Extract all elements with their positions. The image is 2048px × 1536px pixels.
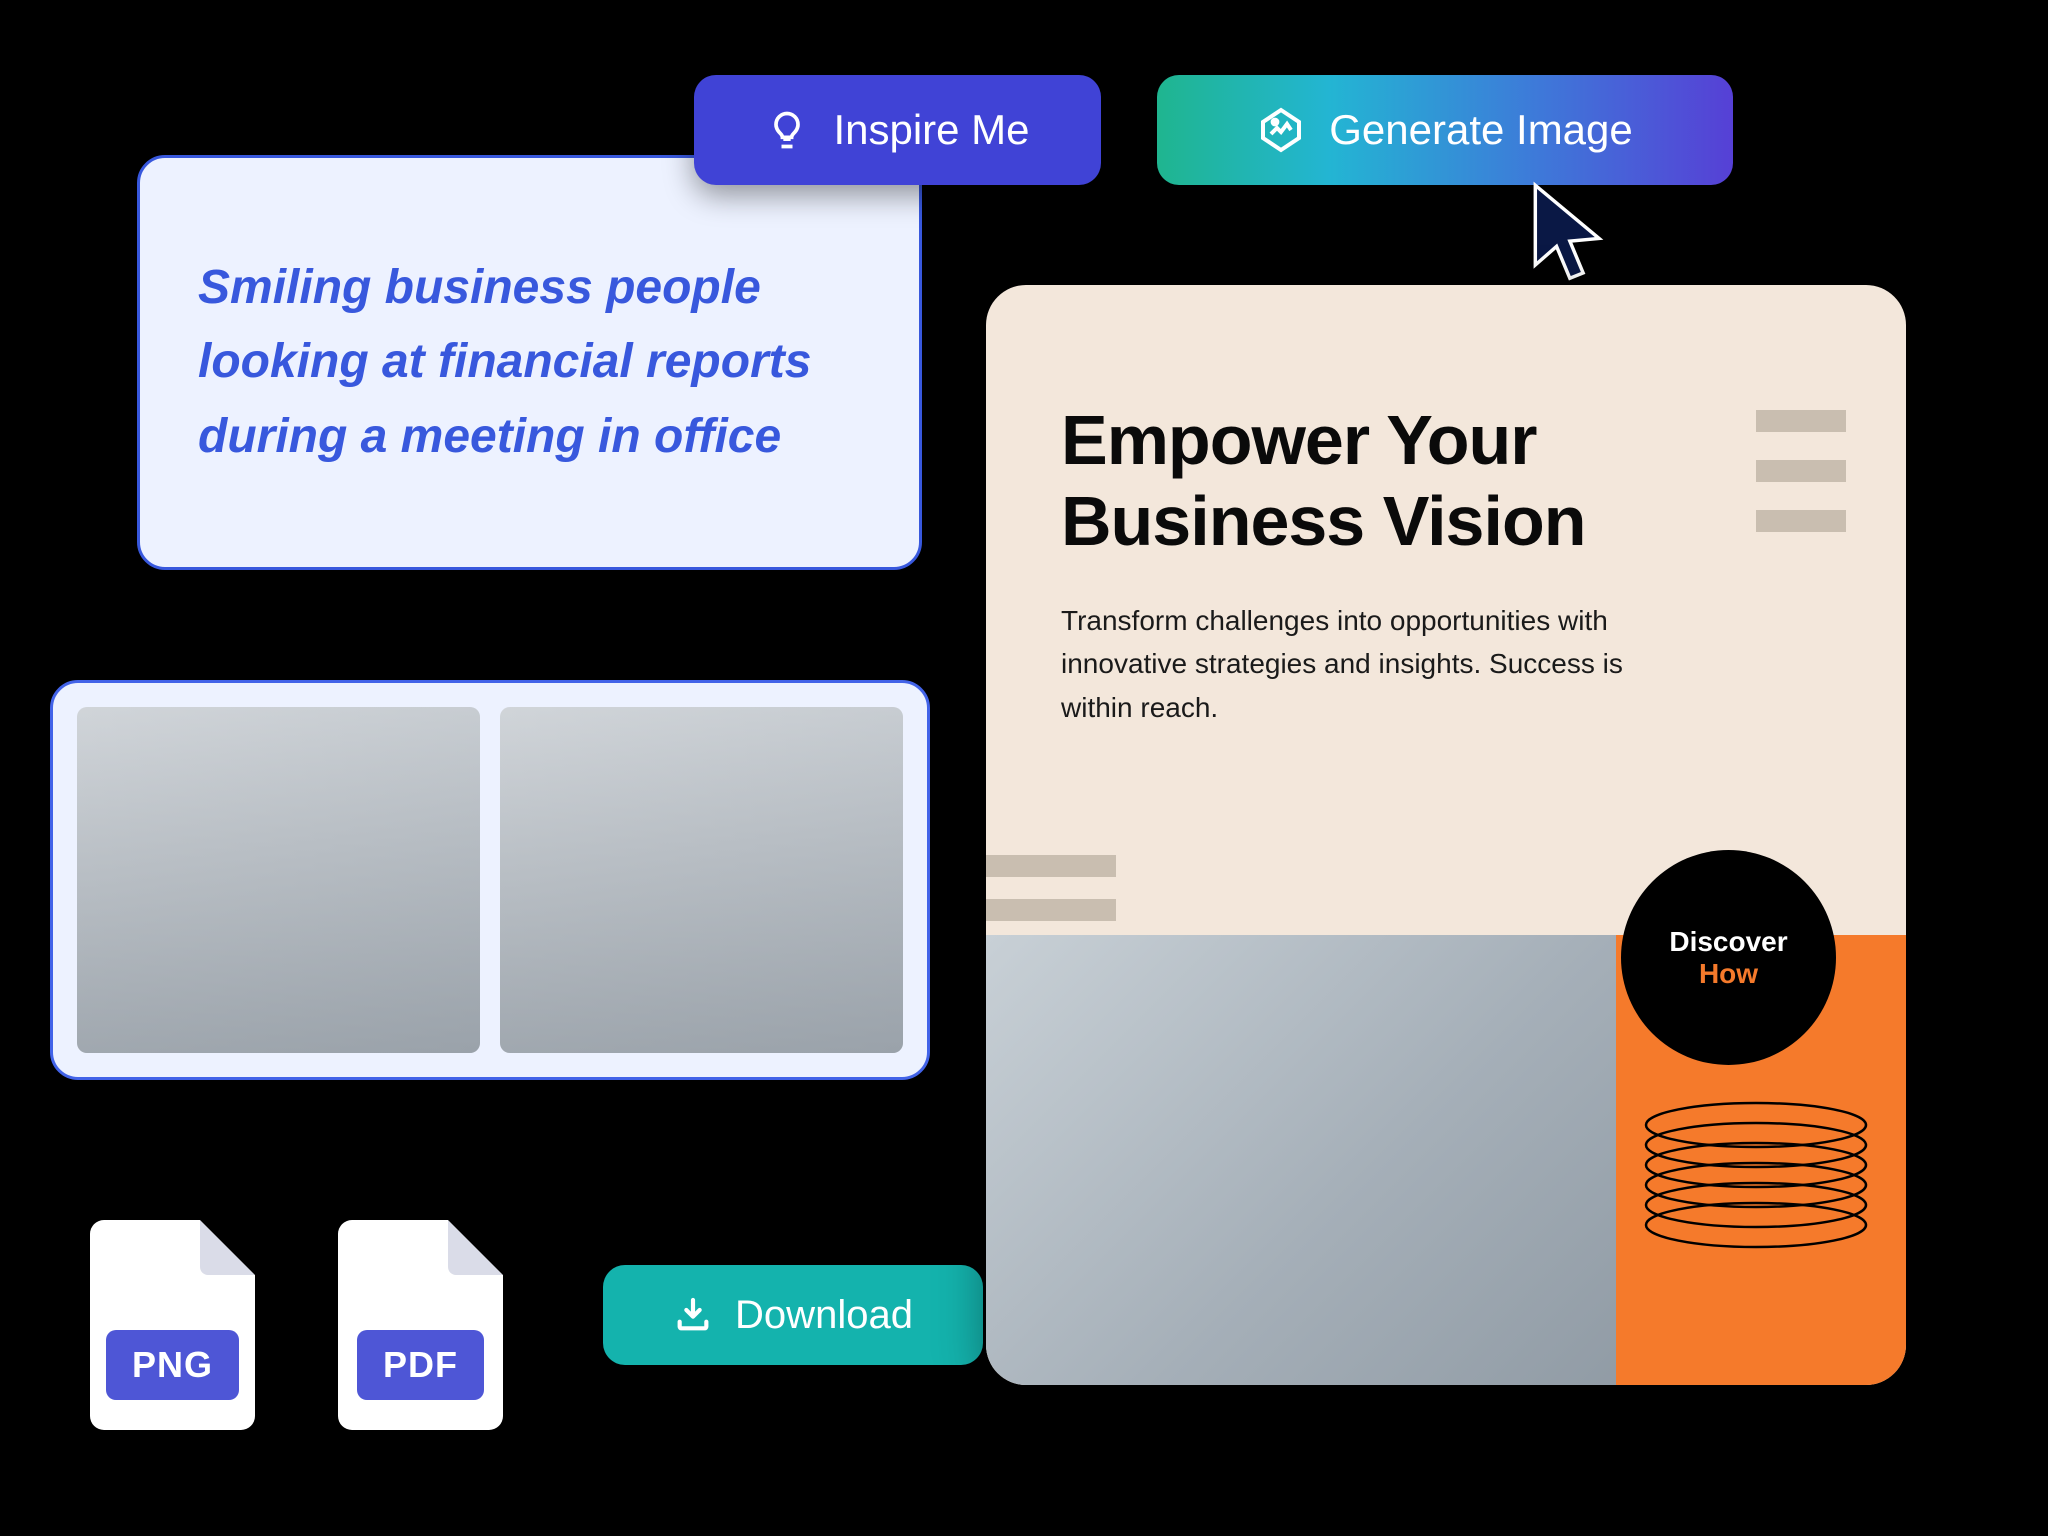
design-preview-card[interactable]: Empower Your Business Vision Transform c… (986, 285, 1906, 1385)
pdf-badge: PDF (357, 1330, 484, 1400)
cta-line1: Discover (1669, 926, 1787, 958)
generated-images-gallery (50, 680, 930, 1080)
png-file-icon[interactable]: PNG (90, 1220, 255, 1430)
image-generate-icon (1257, 106, 1305, 154)
lightbulb-icon (765, 108, 809, 152)
prompt-text: Smiling business people looking at finan… (198, 251, 861, 474)
cta-line2: How (1699, 958, 1758, 990)
design-subtitle: Transform challenges into opportunities … (1061, 599, 1641, 729)
generate-image-label: Generate Image (1329, 106, 1633, 154)
spiral-decoration-icon (1636, 1065, 1876, 1265)
discover-how-cta[interactable]: Discover How (1621, 850, 1836, 1065)
prompt-input-box[interactable]: Smiling business people looking at finan… (137, 155, 922, 570)
png-badge: PNG (106, 1330, 239, 1400)
inspire-me-button[interactable]: Inspire Me (694, 75, 1101, 185)
decorative-lines-top (1756, 410, 1846, 532)
cursor-icon (1530, 180, 1615, 275)
pdf-file-icon[interactable]: PDF (338, 1220, 503, 1430)
inspire-me-label: Inspire Me (833, 106, 1029, 154)
generated-image-2[interactable] (500, 707, 903, 1053)
generated-image-1[interactable] (77, 707, 480, 1053)
download-label: Download (735, 1293, 913, 1338)
generate-image-button[interactable]: Generate Image (1157, 75, 1733, 185)
download-icon (673, 1295, 713, 1335)
download-button[interactable]: Download (603, 1265, 983, 1365)
design-title: Empower Your Business Vision (1061, 400, 1831, 561)
